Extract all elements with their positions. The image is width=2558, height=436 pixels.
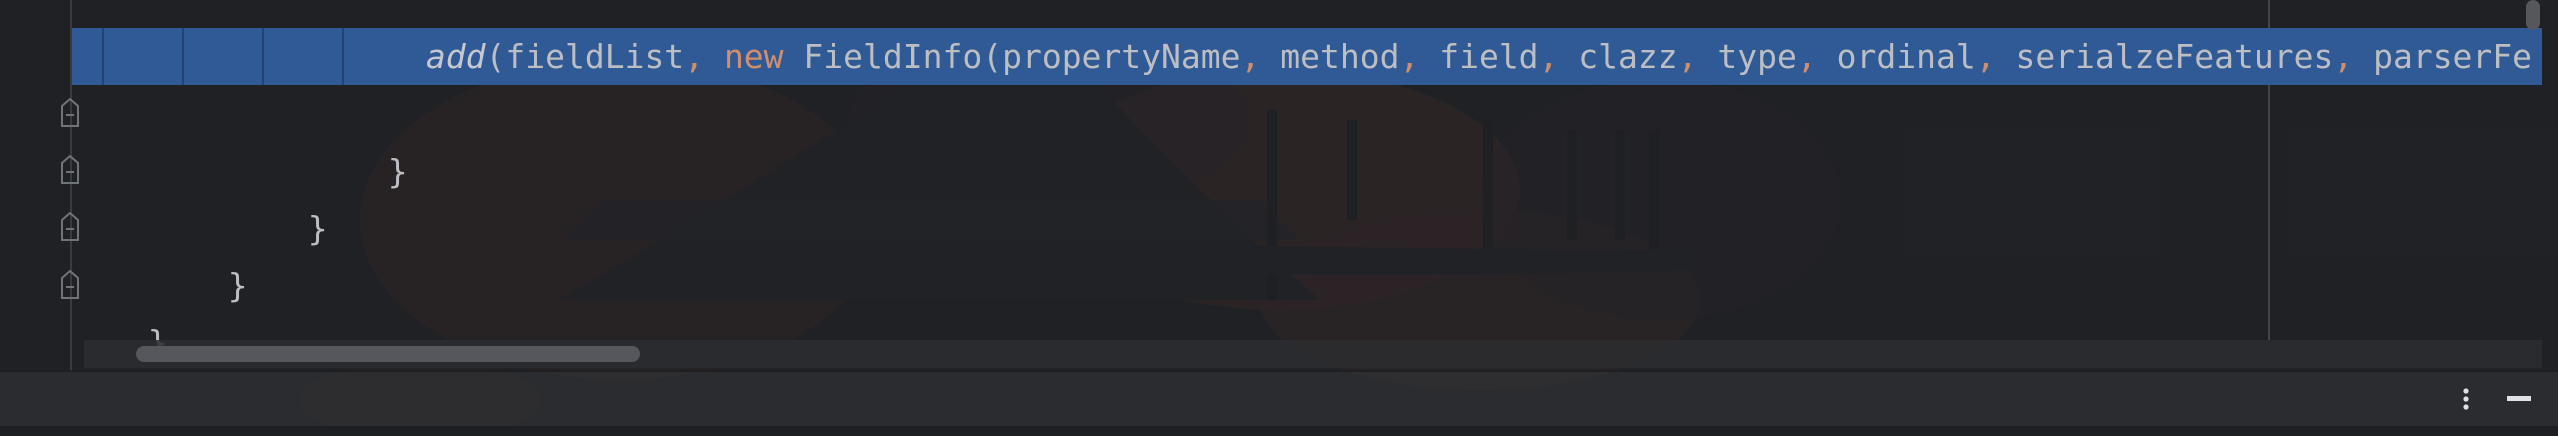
code-token-punc: , (1240, 37, 1261, 76)
code-token-punc: , (1677, 37, 1698, 76)
tool-window-header (0, 370, 2558, 428)
code-token-punc: , (1796, 37, 1817, 76)
status-bar-edge (0, 426, 2558, 436)
more-options-button[interactable] (2449, 382, 2483, 416)
code-token-plain: FieldInfo(propertyName (783, 37, 1241, 76)
code-token-plain: type (1697, 37, 1797, 76)
code-token-plain: clazz (1558, 37, 1678, 76)
code-token-punc: , (684, 37, 705, 76)
indent-guide (102, 28, 104, 85)
code-token-plain: field (1419, 37, 1539, 76)
minimize-icon (2507, 396, 2531, 401)
fold-collapse-icon[interactable] (60, 98, 80, 128)
code-line-4[interactable]: } (108, 200, 248, 305)
code-line-1[interactable]: add(fieldList, new FieldInfo(propertyNam… (108, 28, 2532, 85)
fold-collapse-icon[interactable] (60, 270, 80, 300)
code-token-punc: , (1538, 37, 1559, 76)
code-token-punc: , (1399, 37, 1420, 76)
fold-collapse-icon[interactable] (60, 212, 80, 242)
horizontal-scrollbar-thumb[interactable] (136, 346, 640, 362)
code-token-plain: method (1260, 37, 1400, 76)
code-token-plain: parserFe (2353, 37, 2533, 76)
code-token-plain: (fieldList (485, 37, 685, 76)
fold-collapse-icon[interactable] (60, 155, 80, 185)
code-line-3[interactable]: } (108, 143, 328, 248)
code-token-punc: , (1975, 37, 1996, 76)
more-vertical-icon (2463, 388, 2469, 410)
hide-panel-button[interactable] (2502, 382, 2536, 416)
code-line-2[interactable]: } (108, 86, 408, 191)
code-token-punc: , (2333, 37, 2354, 76)
code-token-plain: ordinal (1816, 37, 1976, 76)
code-line-5[interactable]: } (108, 257, 168, 362)
code-token-fn: add (425, 37, 486, 76)
vertical-scrollbar-thumb[interactable] (2526, 0, 2540, 30)
code-token-kw: new (723, 37, 784, 76)
code-token-plain: serialzeFeatures (1995, 37, 2334, 76)
